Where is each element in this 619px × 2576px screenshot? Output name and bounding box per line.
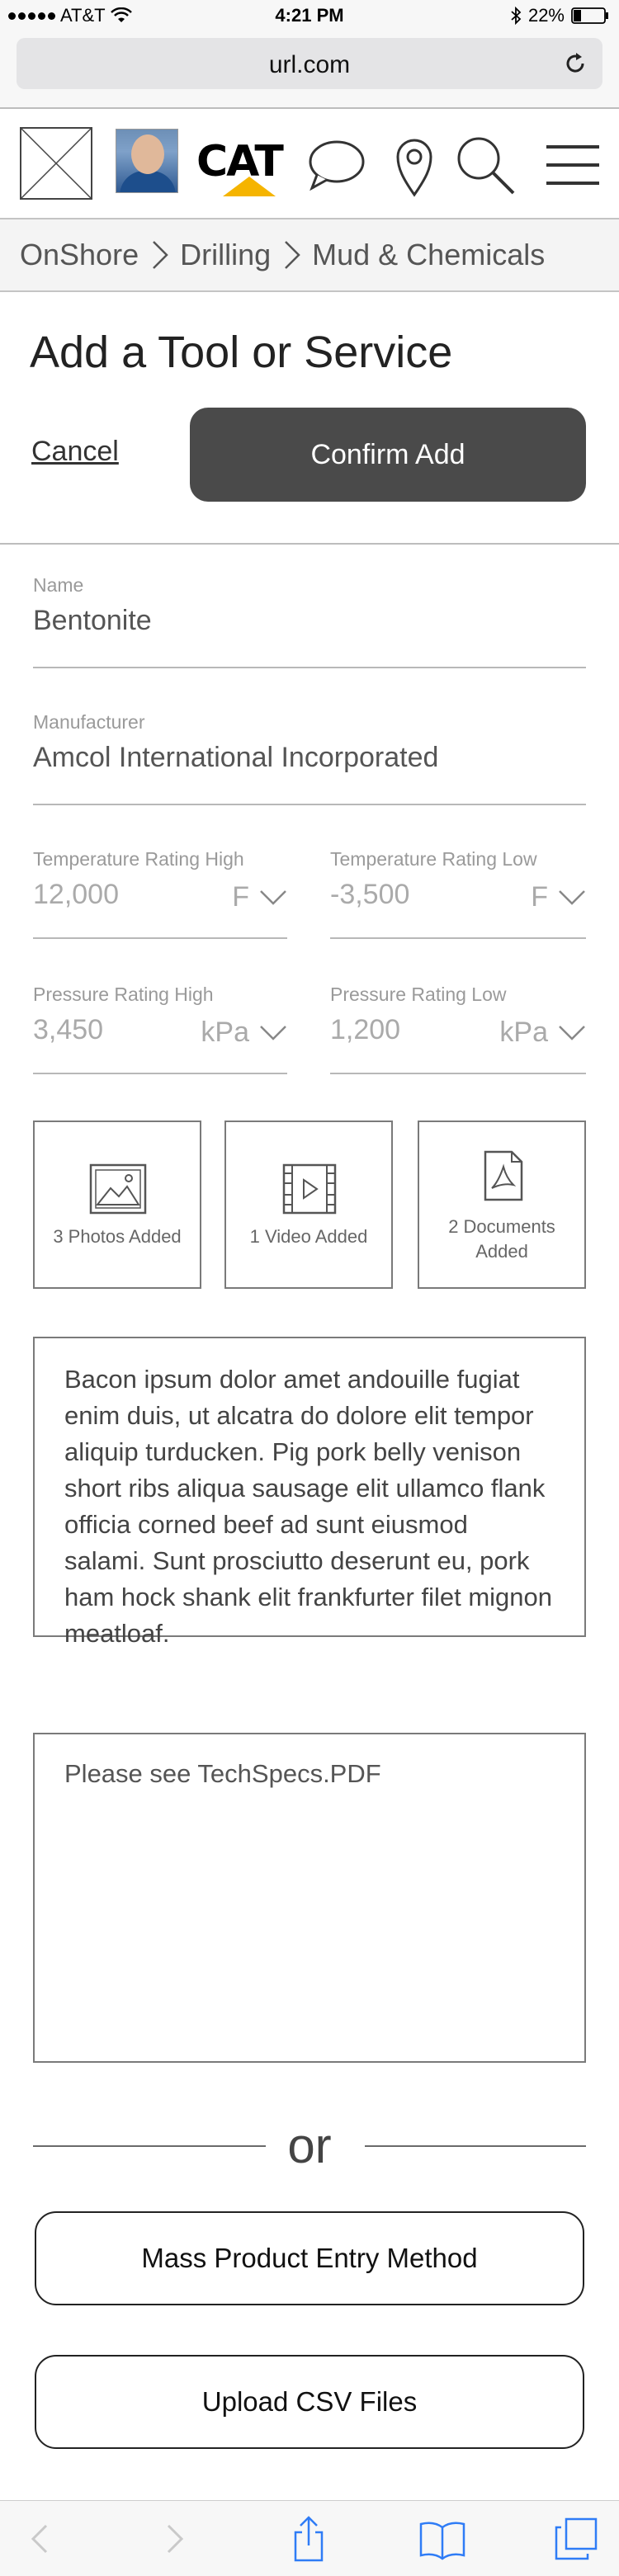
manufacturer-field[interactable]: Manufacturer Amcol International Incorpo… [33, 711, 586, 805]
manufacturer-label: Manufacturer [33, 711, 145, 733]
documents-added-label: 2 Documents Added [448, 1216, 555, 1262]
photos-added-label: 3 Photos Added [53, 1226, 182, 1247]
name-label: Name [33, 574, 84, 596]
photos-tile[interactable]: 3 Photos Added [33, 1121, 201, 1289]
pressure-low-unit: kPa [499, 1017, 548, 1048]
chevron-right-icon [153, 241, 168, 269]
breadcrumb-item-drilling[interactable]: Drilling [180, 238, 271, 272]
url-text: url.com [268, 51, 351, 78]
documents-tile[interactable]: 2 Documents Added [418, 1121, 586, 1289]
forward-icon[interactable] [149, 2516, 198, 2562]
back-icon[interactable] [17, 2516, 66, 2562]
status-bar: AT&T 4:21 PM 22% [0, 0, 619, 33]
chevron-down-icon [559, 889, 585, 905]
pressure-low-unit-select[interactable]: kPa [499, 1017, 586, 1049]
pressure-high-label: Pressure Rating High [33, 984, 214, 1005]
pressure-high-field[interactable]: Pressure Rating High 3,450 kPa [33, 984, 287, 1074]
bluetooth-icon [511, 7, 522, 25]
location-pin-icon[interactable] [381, 132, 447, 198]
temperature-high-label: Temperature Rating High [33, 848, 244, 870]
breadcrumb-item-mud-chemicals[interactable]: Mud & Chemicals [312, 238, 545, 272]
temperature-low-label: Temperature Rating Low [330, 848, 537, 870]
upload-csv-button[interactable]: Upload CSV Files [35, 2355, 584, 2449]
share-icon[interactable] [284, 2516, 333, 2562]
reload-icon[interactable] [563, 51, 588, 76]
videos-added-label: 1 Video Added [249, 1226, 368, 1247]
app-header: CAT [0, 107, 619, 218]
temperature-high-unit: F [232, 881, 249, 913]
menu-icon[interactable] [540, 132, 606, 198]
divider [0, 543, 619, 545]
cancel-link[interactable]: Cancel [31, 436, 119, 468]
notes-text: Please see TechSpecs.PDF [64, 1759, 381, 1788]
pressure-high-unit-select[interactable]: kPa [201, 1017, 287, 1049]
manufacturer-value: Amcol International Incorporated [33, 742, 439, 773]
temperature-high-unit-select[interactable]: F [232, 881, 287, 913]
video-icon [282, 1163, 337, 1215]
pressure-low-field[interactable]: Pressure Rating Low 1,200 kPa [330, 984, 586, 1074]
videos-tile[interactable]: 1 Video Added [224, 1121, 393, 1289]
breadcrumb-item-onshore[interactable]: OnShore [20, 238, 139, 272]
logo-placeholder-icon[interactable] [20, 127, 92, 200]
confirm-add-button[interactable]: Confirm Add [190, 408, 586, 502]
search-icon[interactable] [452, 132, 518, 198]
breadcrumb: OnShore Drilling Mud & Chemicals [0, 218, 619, 292]
or-divider-right [365, 2145, 586, 2147]
name-field[interactable]: Name Bentonite [33, 574, 586, 668]
bookmarks-icon[interactable] [418, 2516, 467, 2562]
address-bar[interactable]: url.com [17, 38, 602, 89]
pressure-high-unit: kPa [201, 1017, 249, 1048]
chevron-down-icon [260, 1025, 286, 1040]
image-icon [89, 1163, 147, 1215]
page-title: Add a Tool or Service [30, 328, 453, 377]
chevron-right-icon [285, 241, 300, 269]
brand-logo: CAT [191, 132, 284, 203]
chevron-down-icon [260, 889, 286, 905]
description-text: Bacon ipsum dolor amet andouille fugiat … [64, 1365, 552, 1648]
temperature-low-field[interactable]: Temperature Rating Low -3,500 F [330, 848, 586, 939]
avatar[interactable] [116, 129, 178, 193]
chevron-down-icon [559, 1025, 585, 1040]
battery-icon [571, 7, 608, 24]
temperature-high-field[interactable]: Temperature Rating High 12,000 F [33, 848, 287, 939]
pressure-low-label: Pressure Rating Low [330, 984, 507, 1005]
tabs-icon[interactable] [551, 2516, 601, 2562]
temperature-low-unit: F [531, 881, 548, 913]
chat-icon[interactable] [302, 132, 368, 198]
notes-textarea[interactable]: Please see TechSpecs.PDF [33, 1733, 586, 2063]
description-textarea[interactable]: Bacon ipsum dolor amet andouille fugiat … [33, 1337, 586, 1648]
browser-address-area: url.com [0, 33, 619, 107]
browser-toolbar [0, 2500, 619, 2576]
pdf-document-icon [484, 1150, 523, 1201]
temperature-low-unit-select[interactable]: F [531, 881, 586, 913]
mass-product-entry-button[interactable]: Mass Product Entry Method [35, 2211, 584, 2305]
name-value: Bentonite [33, 605, 152, 636]
battery-percent: 22% [527, 5, 565, 26]
